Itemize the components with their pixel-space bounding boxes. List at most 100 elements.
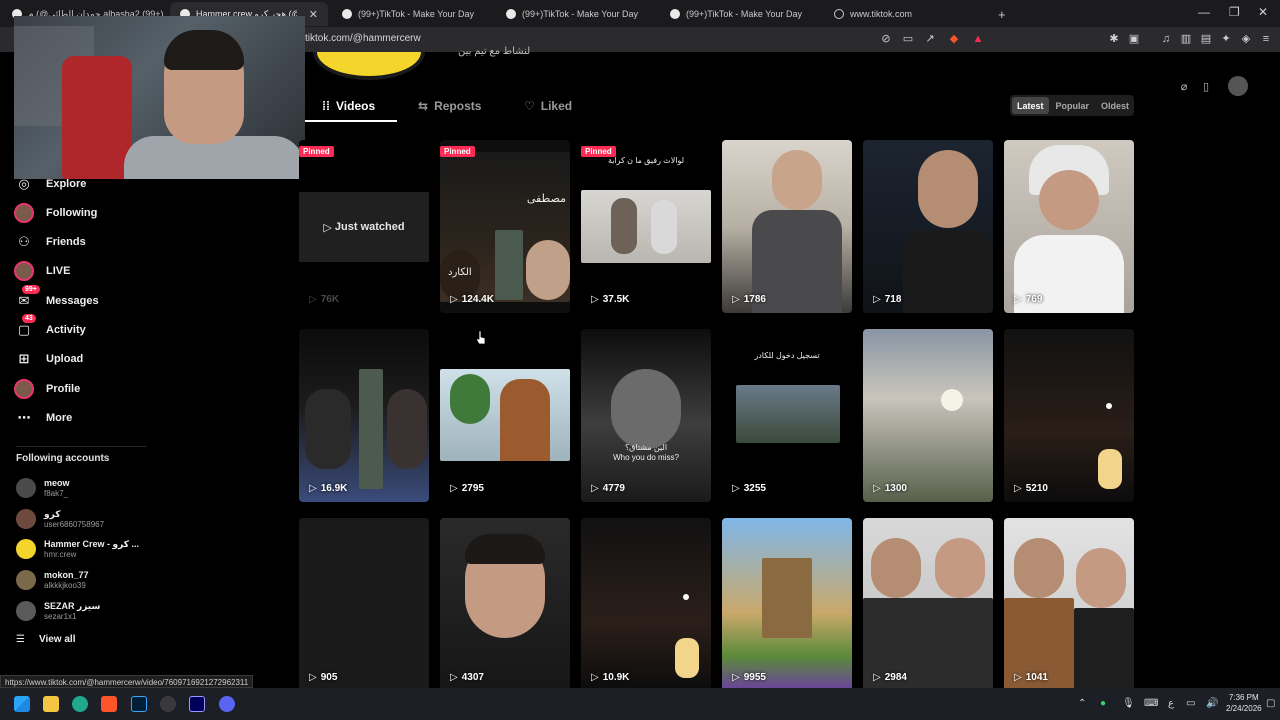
sidebar-toggle-icon[interactable]: ▣ bbox=[1128, 33, 1140, 45]
view-count: ▷ 1786 bbox=[732, 294, 766, 305]
language-icon[interactable]: ع bbox=[1168, 698, 1174, 709]
browser-tab[interactable]: (99+)TikTok - Make Your Day bbox=[332, 2, 492, 26]
play-icon: ▷ bbox=[873, 294, 881, 305]
extensions-icon[interactable]: ✱ bbox=[1108, 33, 1120, 45]
video-card[interactable]: ▷ 5210 bbox=[1004, 329, 1134, 502]
video-card[interactable]: الين مشتاق؟ Who you do miss? ▷ 4779 bbox=[581, 329, 711, 502]
browser-tab[interactable]: (99+)TikTok - Make Your Day bbox=[496, 2, 656, 26]
file-explorer-icon[interactable] bbox=[43, 696, 59, 712]
minimize-icon[interactable]: — bbox=[1198, 5, 1210, 19]
vpn-icon[interactable]: ◈ bbox=[1240, 33, 1252, 45]
sidebar-item-friends[interactable]: ⚇ Friends bbox=[14, 231, 86, 253]
view-count: ▷ 1041 bbox=[1014, 672, 1048, 683]
sidebar-item-upload[interactable]: ⊞ Upload bbox=[14, 348, 84, 370]
just-watched-overlay: ▷ Just watched bbox=[299, 192, 429, 262]
coin-icon[interactable]: ⌀ bbox=[1176, 78, 1192, 94]
notifications-icon[interactable]: ▢ bbox=[1266, 698, 1275, 709]
video-card[interactable]: ▷ 10.9K bbox=[581, 518, 711, 691]
view-count: ▷ 718 bbox=[873, 294, 902, 305]
video-card[interactable]: ▷ 2984 bbox=[863, 518, 993, 691]
view-count: ▷ 1300 bbox=[873, 483, 907, 494]
reading-list-icon[interactable]: ▥ bbox=[1180, 33, 1192, 45]
sidebar-item-messages[interactable]: ✉ 99+ Messages bbox=[14, 285, 99, 312]
brave-rewards-icon[interactable]: ▲ bbox=[972, 33, 984, 45]
video-card[interactable]: ▷ 718 bbox=[863, 140, 993, 313]
tab-liked[interactable]: ♡ Liked bbox=[524, 99, 572, 113]
play-icon: ▷ bbox=[309, 294, 317, 305]
share-icon[interactable]: ↗ bbox=[924, 33, 936, 45]
camera-off-icon[interactable]: ⊘ bbox=[880, 33, 892, 45]
account-item[interactable]: mokon_77 alkkkjkoo39 bbox=[16, 567, 89, 593]
windows-start-icon[interactable] bbox=[14, 696, 30, 712]
video-card[interactable]: ▷ 769 bbox=[1004, 140, 1134, 313]
view-all-link[interactable]: ☰ View all bbox=[16, 634, 75, 645]
sidebar-item-profile[interactable]: Profile bbox=[14, 378, 80, 400]
avatar bbox=[16, 570, 36, 590]
sort-oldest-button[interactable]: Oldest bbox=[1096, 97, 1134, 114]
chevron-up-icon[interactable]: ⌃ bbox=[1078, 698, 1086, 709]
volume-icon[interactable]: 🔊 bbox=[1206, 698, 1218, 709]
account-item[interactable]: كرو user6860758967 bbox=[16, 506, 104, 532]
sort-popular-button[interactable]: Popular bbox=[1051, 97, 1095, 114]
new-tab-button[interactable]: + bbox=[988, 2, 1008, 26]
video-card[interactable]: ▷ 1786 bbox=[722, 140, 852, 313]
wallet-icon[interactable]: ▤ bbox=[1200, 33, 1212, 45]
browser-tab[interactable]: www.tiktok.com bbox=[824, 2, 984, 26]
close-window-icon[interactable]: ✕ bbox=[1258, 5, 1268, 19]
video-card[interactable]: ▷ 2795 bbox=[440, 329, 570, 502]
more-icon: ⋯ bbox=[17, 410, 31, 425]
video-card[interactable]: ▷ 1300 bbox=[863, 329, 993, 502]
video-card[interactable]: ▷ 4307 bbox=[440, 518, 570, 691]
close-tab-icon[interactable]: ✕ bbox=[309, 8, 318, 21]
keyboard-icon[interactable]: ⌨ bbox=[1144, 698, 1158, 709]
video-card[interactable]: لوالاث رفيق ما ن كرابة Pinned ▷ 37.5K bbox=[581, 140, 711, 313]
menu-icon[interactable]: ≡ bbox=[1260, 33, 1272, 45]
sidebar-item-activity[interactable]: ▢ 43 Activity bbox=[14, 314, 86, 341]
photoshop-icon[interactable] bbox=[131, 696, 147, 712]
premiere-icon[interactable] bbox=[189, 696, 205, 712]
video-card[interactable]: تسجيل دخول للكادر ▷ 3255 bbox=[722, 329, 852, 502]
avatar[interactable] bbox=[1228, 76, 1248, 96]
view-count: ▷ 37.5K bbox=[591, 294, 630, 305]
video-card[interactable]: مصطفى الكارد Pinned ▷ 124.4K bbox=[440, 140, 570, 313]
tab-videos[interactable]: ⁞⁞ Videos bbox=[322, 99, 375, 113]
music-icon[interactable]: ♫ bbox=[1160, 33, 1172, 45]
brave-shield-icon[interactable]: ◆ bbox=[948, 33, 960, 45]
play-icon: ▷ bbox=[591, 294, 599, 305]
discord-icon[interactable] bbox=[219, 696, 235, 712]
video-card[interactable]: ▷ 9955 bbox=[722, 518, 852, 691]
leo-ai-icon[interactable]: ✦ bbox=[1220, 33, 1232, 45]
microphone-icon[interactable]: 🎙 bbox=[1122, 698, 1135, 709]
tab-reposts[interactable]: ⇆ Reposts bbox=[418, 99, 481, 113]
browser-tab[interactable]: (99+)TikTok - Make Your Day bbox=[660, 2, 820, 26]
phone-icon[interactable]: ▯ bbox=[1198, 78, 1214, 94]
sidebar-item-live[interactable]: LIVE bbox=[14, 260, 70, 282]
video-card[interactable]: ▷ 16.9K bbox=[299, 329, 429, 502]
brave-icon[interactable] bbox=[101, 696, 117, 712]
divider bbox=[16, 446, 146, 447]
video-card[interactable]: ▷ 1041 bbox=[1004, 518, 1134, 691]
upload-icon: ⊞ bbox=[18, 351, 30, 366]
view-count: ▷ 16.9K bbox=[309, 483, 348, 494]
video-card[interactable]: ▷ 905 bbox=[299, 518, 429, 691]
install-app-icon[interactable]: ▭ bbox=[902, 33, 914, 45]
edge-icon[interactable] bbox=[72, 696, 88, 712]
sidebar-item-more[interactable]: ⋯ More bbox=[14, 407, 73, 429]
account-item[interactable]: Hammer Crew - كرو ... hmr.crew bbox=[16, 536, 139, 562]
network-icon[interactable]: ▭ bbox=[1186, 698, 1195, 709]
tiktok-icon bbox=[342, 9, 352, 19]
messages-icon: ✉ 99+ bbox=[14, 285, 40, 311]
clock[interactable]: 7:36 PM 2/24/2026 bbox=[1226, 692, 1262, 714]
view-count: ▷ 4307 bbox=[450, 672, 484, 683]
sort-latest-button[interactable]: Latest bbox=[1012, 97, 1049, 114]
view-count: ▷ 124.4K bbox=[450, 294, 494, 305]
obs-icon[interactable] bbox=[160, 696, 176, 712]
video-card[interactable]: ▷ Just watched Pinned ▷ 76K bbox=[299, 140, 429, 313]
view-count: ▷ 4779 bbox=[591, 483, 625, 494]
account-item[interactable]: SEZAR سيزر sezar1x1 bbox=[16, 598, 100, 624]
sidebar-item-following[interactable]: Following bbox=[14, 202, 97, 224]
restore-icon[interactable]: ❐ bbox=[1229, 5, 1240, 19]
tray-app-icon[interactable]: ● bbox=[1100, 698, 1106, 709]
account-item[interactable]: meow f8ak7_ bbox=[16, 475, 70, 501]
url-text[interactable]: tiktok.com/@hammercerw bbox=[305, 33, 421, 44]
